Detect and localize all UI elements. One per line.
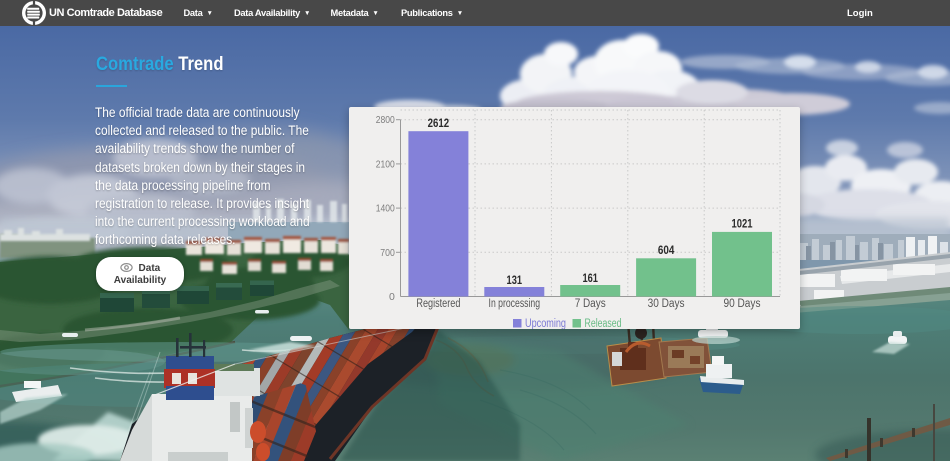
svg-text:0: 0 [389,291,395,303]
svg-text:2800: 2800 [376,114,395,126]
svg-text:2612: 2612 [428,118,450,130]
svg-text:Upcoming: Upcoming [525,318,566,329]
svg-text:90 Days: 90 Days [724,298,761,310]
svg-text:Released: Released [585,318,622,329]
svg-text:7 Days: 7 Days [575,298,606,310]
svg-text:2100: 2100 [376,158,395,170]
svg-text:In processing: In processing [489,298,541,310]
svg-text:700: 700 [380,247,395,259]
svg-text:604: 604 [658,245,675,257]
svg-text:Registered: Registered [416,298,460,310]
svg-text:161: 161 [582,273,598,285]
svg-text:1400: 1400 [376,203,395,215]
svg-text:30 Days: 30 Days [648,298,685,310]
svg-text:1021: 1021 [732,219,753,231]
svg-text:131: 131 [507,275,523,287]
